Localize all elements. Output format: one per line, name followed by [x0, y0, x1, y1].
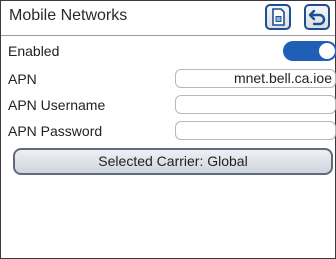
apn-password-row: APN Password — [1, 119, 336, 143]
apn-password-label: APN Password — [8, 123, 103, 139]
back-arrow-icon — [308, 9, 326, 26]
apn-field[interactable]: mnet.bell.ca.ioe — [175, 69, 336, 88]
toggle-knob — [319, 43, 335, 59]
page-title: Mobile Networks — [9, 7, 128, 24]
header-bar: Mobile Networks — [1, 1, 335, 36]
apn-username-row: APN Username — [1, 93, 336, 117]
apn-username-label: APN Username — [8, 97, 106, 113]
mobile-networks-screen: Mobile Networks Enabled APN mnet.bell.ca… — [0, 0, 336, 259]
back-button[interactable] — [304, 4, 330, 30]
enabled-row: Enabled — [1, 39, 336, 63]
selected-carrier-button[interactable]: Selected Carrier: Global — [13, 148, 333, 175]
sim-card-icon — [272, 8, 285, 26]
apn-password-field[interactable] — [175, 121, 336, 140]
enabled-label: Enabled — [8, 43, 60, 59]
sim-card-button[interactable] — [265, 4, 291, 30]
apn-username-field[interactable] — [175, 95, 336, 114]
enabled-toggle[interactable] — [283, 41, 336, 61]
apn-label: APN — [8, 71, 37, 87]
apn-row: APN mnet.bell.ca.ioe — [1, 67, 336, 91]
